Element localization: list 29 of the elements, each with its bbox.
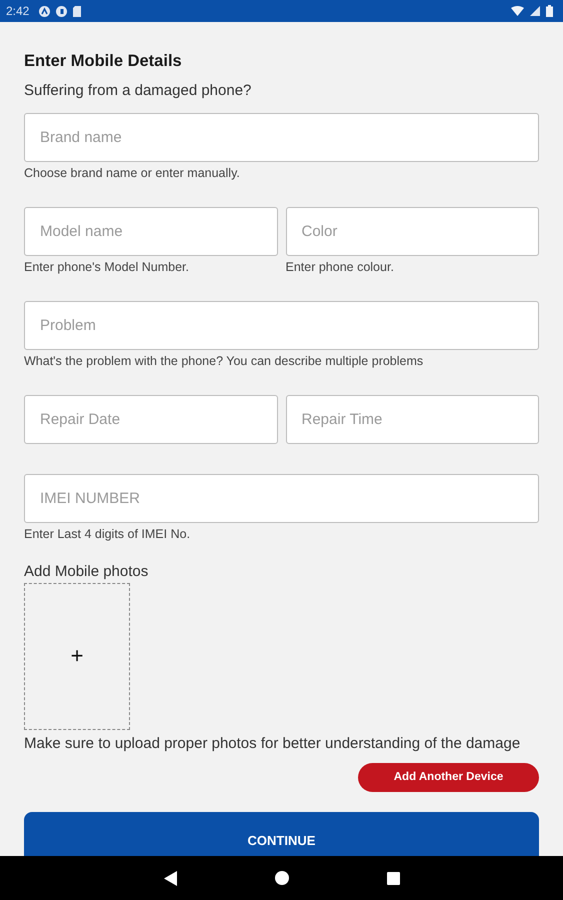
continue-button[interactable]: CONTINUE [24,812,539,856]
helper-text: Enter Last 4 digits of IMEI No. [24,527,192,541]
notification-icon [39,6,50,16]
text-field[interactable]: Repair Time [286,395,539,444]
text-field[interactable]: Model name [24,207,278,256]
text-field[interactable]: IMEI NUMBER [24,474,539,523]
sd-card-icon [73,6,82,16]
notification-icon [56,6,68,16]
status-time: 2:42 [6,4,30,18]
photos-note: Make sure to upload proper photos for better understanding of the damage [24,734,522,753]
battery-icon [546,5,553,17]
text-field[interactable]: Repair Date [24,395,278,444]
home-icon[interactable] [274,871,288,885]
text-field[interactable]: Brand name [24,113,539,162]
form-subtitle: Suffering from a damaged phone? [24,82,252,99]
form-title: Enter Mobile Details [24,52,183,71]
photos-label: Add Mobile photos [24,563,150,580]
back-icon[interactable] [164,870,176,886]
helper-text: Choose brand name or enter manually. [24,166,241,180]
add-photo-button[interactable]: + [24,583,130,730]
text-field[interactable]: Color [286,207,539,256]
signal-icon [530,6,540,16]
wifi-icon [511,6,524,16]
recents-icon[interactable] [386,872,400,884]
text-field[interactable]: Problem [24,301,539,350]
helper-text: Enter phone's Model Number. [24,260,190,274]
helper-text: Enter phone colour. [286,260,395,274]
helper-text: What's the problem with the phone? You can describe multiple problems [24,354,424,368]
add-device-button[interactable]: Add Another Device [358,762,539,792]
